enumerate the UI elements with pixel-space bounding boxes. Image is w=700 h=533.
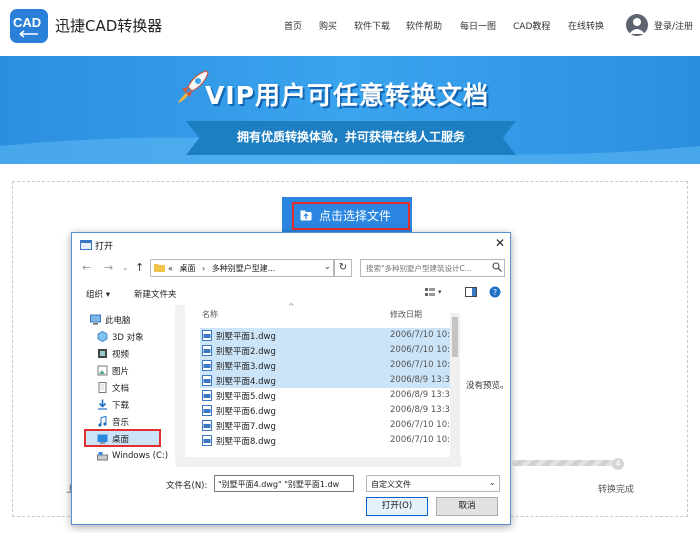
cancel-button[interactable]: 取消: [436, 497, 498, 516]
refresh-icon[interactable]: ↻: [334, 259, 352, 277]
search-placeholder: 搜索"多种别墅户型建筑设计C...: [366, 264, 472, 273]
folder-upload-icon: [300, 210, 312, 221]
new-folder-button[interactable]: 新建文件夹: [134, 288, 177, 300]
document-icon: [98, 382, 107, 393]
banner-title: VIP用户可任意转换文档: [205, 81, 489, 110]
breadcrumb-folder[interactable]: 多种别墅户型建...: [212, 264, 276, 273]
cube-icon: [97, 331, 108, 342]
dwg-file-icon: [202, 330, 212, 341]
dialog-title: 打开: [95, 242, 114, 252]
desktop-icon: [97, 434, 108, 444]
sort-ascending-icon: ^: [288, 302, 295, 311]
file-row[interactable]: 别墅平面3.dwg 2006/7/10 10:0: [200, 358, 455, 373]
banner-subtitle: 拥有优质转换体验，并可获得在线人工服务: [236, 130, 465, 144]
site-header: CAD 迅捷CAD转换器 首页 购买 软件下载 软件帮助 每日一图 CAD教程 …: [0, 0, 700, 56]
brand-name[interactable]: 迅捷CAD转换器: [55, 15, 162, 36]
computer-icon: [90, 314, 101, 325]
breadcrumb-desktop[interactable]: 桌面: [179, 264, 195, 273]
user-avatar-icon[interactable]: [626, 14, 648, 36]
open-file-dialog: 打开 ✕ ← → ⌄ ↑ « 桌面 › 多种别墅户型建... ⌄ ↻ 搜索"多种…: [71, 232, 511, 525]
help-icon[interactable]: ?: [489, 286, 501, 298]
nav-cad-tutorial[interactable]: CAD教程: [513, 19, 550, 32]
file-row[interactable]: 别墅平面1.dwg 2006/7/10 10:0: [200, 328, 455, 343]
file-row[interactable]: 别墅平面2.dwg 2006/7/10 10:0: [200, 343, 455, 358]
file-row[interactable]: 别墅平面4.dwg 2006/8/9 13:37: [200, 373, 455, 388]
dwg-file-icon: [202, 360, 212, 371]
nav-daily-drawing[interactable]: 每日一图: [460, 19, 496, 32]
breadcrumb: « 桌面 › 多种别墅户型建...: [168, 263, 275, 274]
breadcrumb-separator: ›: [202, 264, 206, 273]
dwg-file-icon: [202, 420, 212, 431]
conversion-progress-track: [512, 460, 618, 466]
login-register-link[interactable]: 登录/注册: [654, 19, 693, 32]
music-icon: [98, 416, 107, 427]
forward-arrow-icon[interactable]: →: [104, 261, 113, 274]
nav-online-convert[interactable]: 在线转换: [568, 19, 604, 32]
select-file-label[interactable]: 点击选择文件: [319, 207, 391, 224]
up-arrow-icon[interactable]: ↑: [135, 261, 144, 274]
filetype-select[interactable]: 自定义文件: [366, 475, 500, 492]
download-icon: [98, 399, 107, 410]
preview-pane-message: 没有预览。: [466, 381, 509, 391]
svg-text:?: ?: [493, 288, 497, 297]
sidebar-scrollbar[interactable]: [175, 305, 185, 463]
nav-download[interactable]: 软件下载: [354, 19, 390, 32]
step-label-complete: 转换完成: [598, 485, 635, 495]
dialog-app-icon: [80, 240, 92, 250]
chevron-down-icon[interactable]: ⌄: [489, 478, 496, 487]
address-dropdown-icon[interactable]: ⌄: [324, 262, 331, 271]
organize-menu[interactable]: 组织 ▾: [86, 288, 110, 300]
dwg-file-icon: [202, 435, 212, 446]
column-header-name[interactable]: 名称: [202, 309, 218, 320]
picture-icon: [97, 365, 108, 376]
logo-text: CAD: [13, 15, 42, 30]
nav-buy[interactable]: 购买: [319, 19, 337, 32]
view-options-icon[interactable]: [424, 286, 436, 298]
dwg-file-icon: [202, 390, 212, 401]
swap-arrows-icon: [19, 30, 38, 38]
cad-logo[interactable]: CAD: [10, 9, 48, 43]
file-list-scroll-thumb[interactable]: [452, 317, 458, 357]
breadcrumb-overflow[interactable]: «: [168, 264, 173, 273]
nav-help[interactable]: 软件帮助: [406, 19, 442, 32]
file-row[interactable]: 别墅平面8.dwg 2006/7/10 10:0: [200, 433, 455, 448]
dwg-file-icon: [202, 375, 212, 386]
back-arrow-icon[interactable]: ←: [82, 261, 91, 274]
step-4-marker: 4: [612, 458, 624, 470]
column-header-date[interactable]: 修改日期: [390, 309, 422, 320]
open-button[interactable]: 打开(O): [366, 497, 428, 516]
filename-input[interactable]: "别墅平面4.dwg" "别墅平面1.dw: [214, 475, 354, 492]
filename-label: 文件名(N):: [166, 481, 208, 491]
drive-icon: [97, 452, 108, 461]
horizontal-scrollbar[interactable]: [176, 457, 461, 467]
nav-home[interactable]: 首页: [284, 19, 302, 32]
video-icon: [98, 349, 107, 358]
dwg-file-icon: [202, 405, 212, 416]
dwg-file-icon: [202, 345, 212, 356]
folder-icon: [154, 264, 165, 272]
view-dropdown-icon[interactable]: ▾: [438, 288, 442, 296]
recent-locations-chevron-icon[interactable]: ⌄: [122, 263, 129, 272]
preview-pane-icon[interactable]: [465, 286, 477, 298]
file-row[interactable]: 别墅平面6.dwg 2006/8/9 13:3: [200, 403, 450, 418]
search-icon[interactable]: [492, 262, 502, 272]
file-row[interactable]: 别墅平面7.dwg 2006/7/10 10:0: [200, 418, 455, 433]
close-icon[interactable]: ✕: [493, 236, 507, 250]
file-row[interactable]: 别墅平面5.dwg 2006/8/9 13:3: [200, 388, 450, 403]
